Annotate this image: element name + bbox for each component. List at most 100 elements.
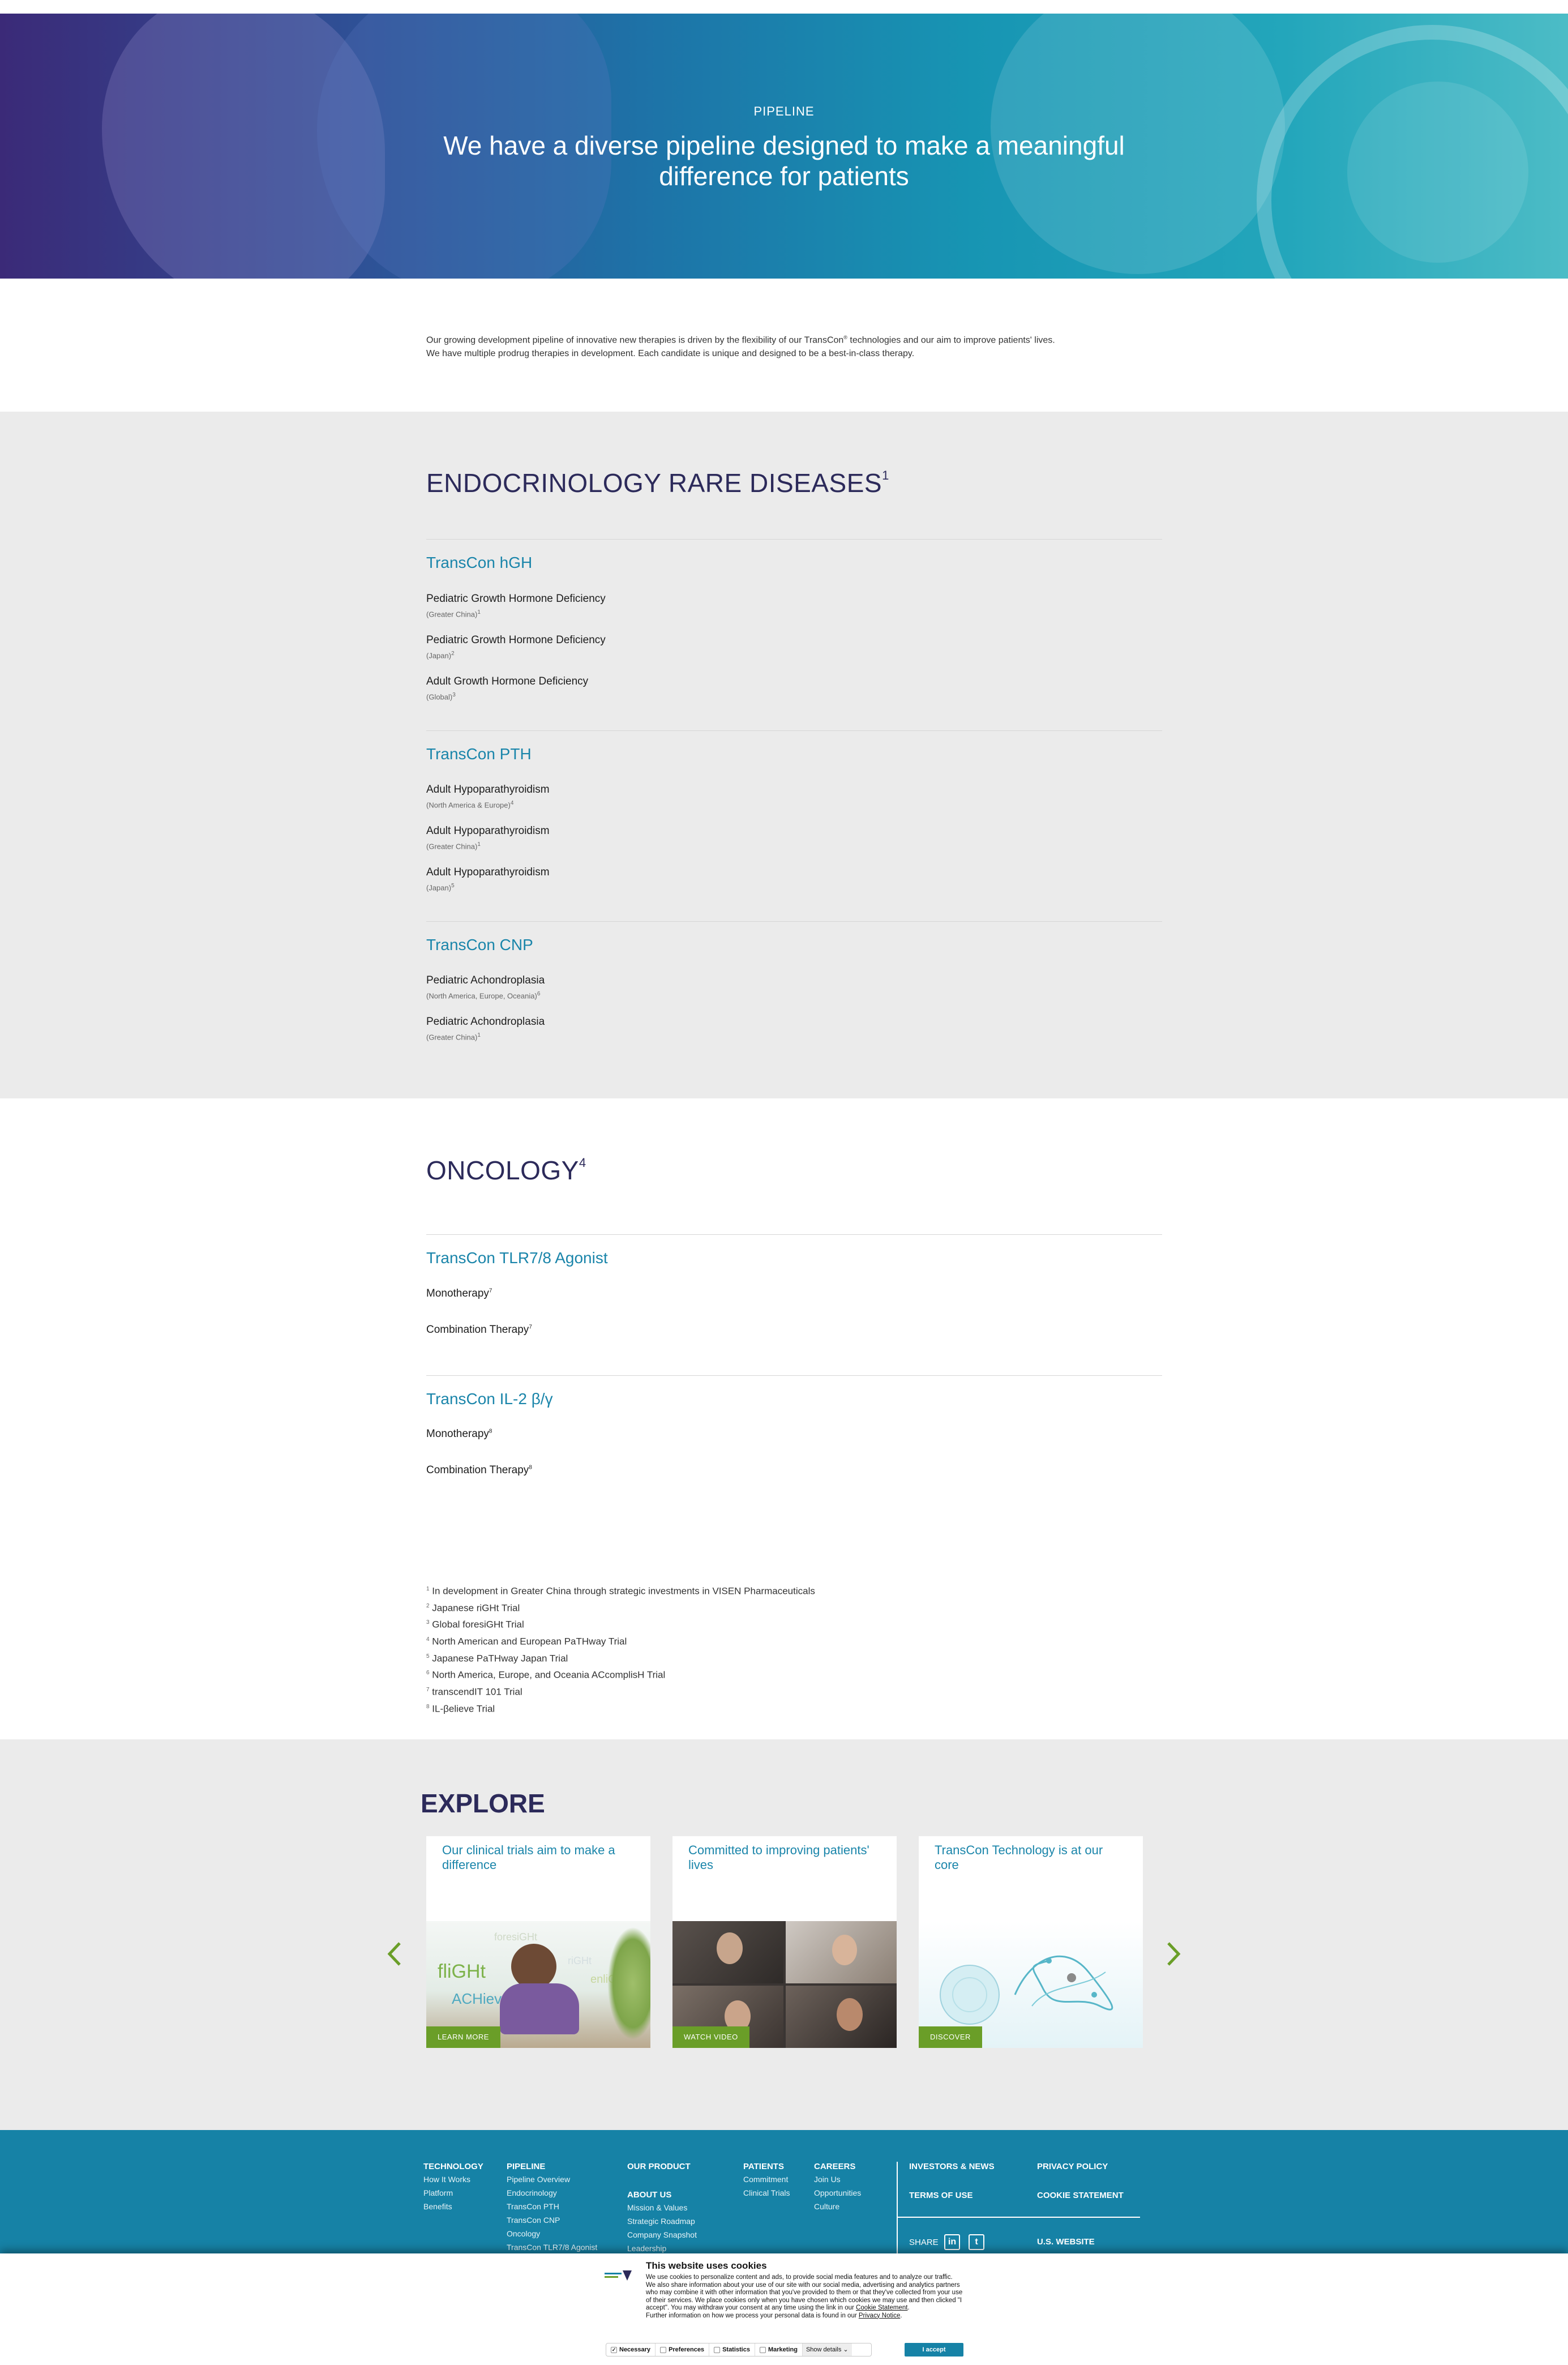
investors-news-link[interactable]: INVESTORS & NEWS	[909, 2161, 995, 2172]
trial-logo: fliGHt	[438, 1961, 486, 1982]
footer-link[interactable]: TransCon PTH	[507, 2200, 597, 2213]
footer-link[interactable]: Culture	[814, 2200, 861, 2213]
explore-card-technology[interactable]: TransCon Technology is at our core DISCO…	[919, 1836, 1143, 2048]
indication-region: (Greater China)1	[426, 841, 481, 851]
footer-link[interactable]: Join Us	[814, 2172, 861, 2186]
checkbox-icon[interactable]	[714, 2346, 721, 2353]
indication-region: (North America & Europe)4	[426, 800, 514, 810]
indication: Adult Hypoparathyroidism	[426, 866, 550, 878]
cookie-option-marketing[interactable]: Marketing	[755, 2343, 803, 2356]
divider	[426, 921, 1162, 922]
learn-more-button[interactable]: LEARN MORE	[426, 2026, 500, 2048]
footer-link[interactable]: Platform	[423, 2186, 483, 2200]
terms-of-use-link[interactable]: TERMS OF USE	[909, 2190, 973, 2201]
chevron-left-icon[interactable]	[387, 1941, 402, 1967]
footer-link[interactable]: Strategic Roadmap	[627, 2214, 697, 2228]
chevron-right-icon[interactable]	[1166, 1941, 1181, 1967]
indication: Adult Hypoparathyroidism	[426, 784, 550, 796]
footer-heading[interactable]: ABOUT US	[627, 2189, 697, 2201]
footer-col-pipeline: PIPELINE Pipeline Overview Endocrinology…	[507, 2161, 597, 2254]
hero-eyebrow: PIPELINE	[753, 104, 815, 118]
indication: Adult Growth Hormone Deficiency	[426, 675, 589, 687]
footer-link[interactable]: Mission & Values	[627, 2201, 697, 2214]
girl-figure	[500, 1983, 579, 2034]
privacy-policy-link[interactable]: PRIVACY POLICY	[1037, 2161, 1108, 2172]
footer-col-about: ABOUT US Mission & Values Strategic Road…	[627, 2189, 697, 2255]
footer-link[interactable]: Company Snapshot	[627, 2228, 697, 2242]
footer-col-careers: CAREERS Join Us Opportunities Culture	[814, 2161, 861, 2213]
show-details-toggle[interactable]: Show details ⌄	[802, 2343, 852, 2356]
cookie-option-necessary[interactable]: ✓ Necessary	[606, 2343, 656, 2356]
indication-region: (Global)3	[426, 692, 456, 702]
endocrinology-section	[0, 412, 1568, 1098]
footer-heading[interactable]: TECHNOLOGY	[423, 2161, 483, 2172]
product-il2[interactable]: TransCon IL-2 β/γ	[426, 1390, 553, 1408]
divider	[426, 539, 1162, 540]
person-face	[717, 1932, 743, 1964]
footer-heading[interactable]: PATIENTS	[743, 2161, 790, 2172]
indication: Pediatric Growth Hormone Deficiency	[426, 634, 606, 646]
footer-link[interactable]: Benefits	[423, 2200, 483, 2213]
trial-logo: foresiGHt	[494, 1931, 538, 1943]
footer-col-technology: TECHNOLOGY How It Works Platform Benefit…	[423, 2161, 483, 2213]
footer-col-product: OUR PRODUCT	[627, 2161, 691, 2172]
card-title[interactable]: Committed to improving patients' lives	[688, 1843, 881, 1872]
footer-link[interactable]: Endocrinology	[507, 2186, 597, 2200]
indication: Combination Therapy8	[426, 1464, 532, 1476]
trial-logo: riGHt	[568, 1955, 592, 1966]
discover-button[interactable]: DISCOVER	[919, 2026, 982, 2048]
watch-video-button[interactable]: WATCH VIDEO	[672, 2026, 749, 2048]
explore-card-patients[interactable]: Committed to improving patients' lives W…	[672, 1836, 897, 2048]
product-tlr78[interactable]: TransCon TLR7/8 Agonist	[426, 1249, 608, 1267]
oncology-heading: ONCOLOGY4	[426, 1155, 586, 1185]
footer-link[interactable]: TransCon TLR7/8 Agonist	[507, 2240, 597, 2254]
explore-heading: EXPLORE	[421, 1789, 545, 1818]
twitter-icon[interactable]: t	[969, 2234, 984, 2250]
footer-heading[interactable]: CAREERS	[814, 2161, 861, 2172]
cookie-option-statistics[interactable]: Statistics	[709, 2343, 755, 2356]
accept-cookies-button[interactable]: I accept	[905, 2343, 963, 2357]
company-logo-icon	[605, 2270, 632, 2281]
cookie-statement-inline-link[interactable]: Cookie Statement	[856, 2304, 907, 2311]
explore-card-clinical-trials[interactable]: Our clinical trials aim to make a differ…	[426, 1836, 650, 2048]
footer-link[interactable]: Clinical Trials	[743, 2186, 790, 2200]
intro-line1-post: technologies and our aim to improve pati…	[847, 335, 1055, 345]
cookie-statement-link[interactable]: COOKIE STATEMENT	[1037, 2190, 1124, 2201]
product-pth[interactable]: TransCon PTH	[426, 745, 532, 763]
cookie-body: We use cookies to personalize content an…	[646, 2274, 963, 2319]
top-strip	[0, 0, 1568, 14]
footer-link[interactable]: Opportunities	[814, 2186, 861, 2200]
footer-heading[interactable]: PIPELINE	[507, 2161, 597, 2172]
footer-link[interactable]: Oncology	[507, 2227, 597, 2240]
person-face	[837, 1998, 863, 2031]
linkedin-icon[interactable]: in	[944, 2234, 960, 2250]
cookie-option-preferences[interactable]: Preferences	[656, 2343, 710, 2356]
footnote: 5 Japanese PaTHway Japan Trial	[426, 1653, 568, 1664]
checkbox-icon[interactable]	[660, 2346, 667, 2353]
us-website-link[interactable]: U.S. WEBSITE	[1037, 2236, 1095, 2248]
footer-link[interactable]: Commitment	[743, 2172, 790, 2186]
intro-line1-pre: Our growing development pipeline of inno…	[426, 335, 844, 345]
divider	[426, 1375, 1162, 1376]
indication: Adult Hypoparathyroidism	[426, 825, 550, 837]
indication: Monotherapy7	[426, 1288, 492, 1299]
person-face	[832, 1935, 857, 1965]
checkbox-icon[interactable]	[759, 2346, 766, 2353]
checked-checkbox-icon[interactable]: ✓	[611, 2346, 617, 2353]
divider	[426, 730, 1162, 731]
privacy-notice-inline-link[interactable]: Privacy Notice	[859, 2312, 901, 2319]
product-hgh[interactable]: TransCon hGH	[426, 554, 532, 572]
footnote: 1 In development in Greater China throug…	[426, 1585, 815, 1597]
footer-link[interactable]: Pipeline Overview	[507, 2172, 597, 2186]
card-title[interactable]: Our clinical trials aim to make a differ…	[442, 1843, 635, 1872]
footer-link[interactable]: TransCon CNP	[507, 2213, 597, 2227]
footer-link[interactable]: How It Works	[423, 2172, 483, 2186]
product-cnp[interactable]: TransCon CNP	[426, 936, 533, 954]
footer-heading[interactable]: OUR PRODUCT	[627, 2161, 691, 2172]
footnote: 2 Japanese riGHt Trial	[426, 1602, 520, 1614]
indication: Pediatric Achondroplasia	[426, 974, 545, 986]
hero-title: We have a diverse pipeline designed to m…	[443, 131, 1125, 191]
tree-decoration	[607, 1927, 650, 2040]
card-title[interactable]: TransCon Technology is at our core	[935, 1843, 1127, 1872]
divider	[426, 1234, 1162, 1235]
